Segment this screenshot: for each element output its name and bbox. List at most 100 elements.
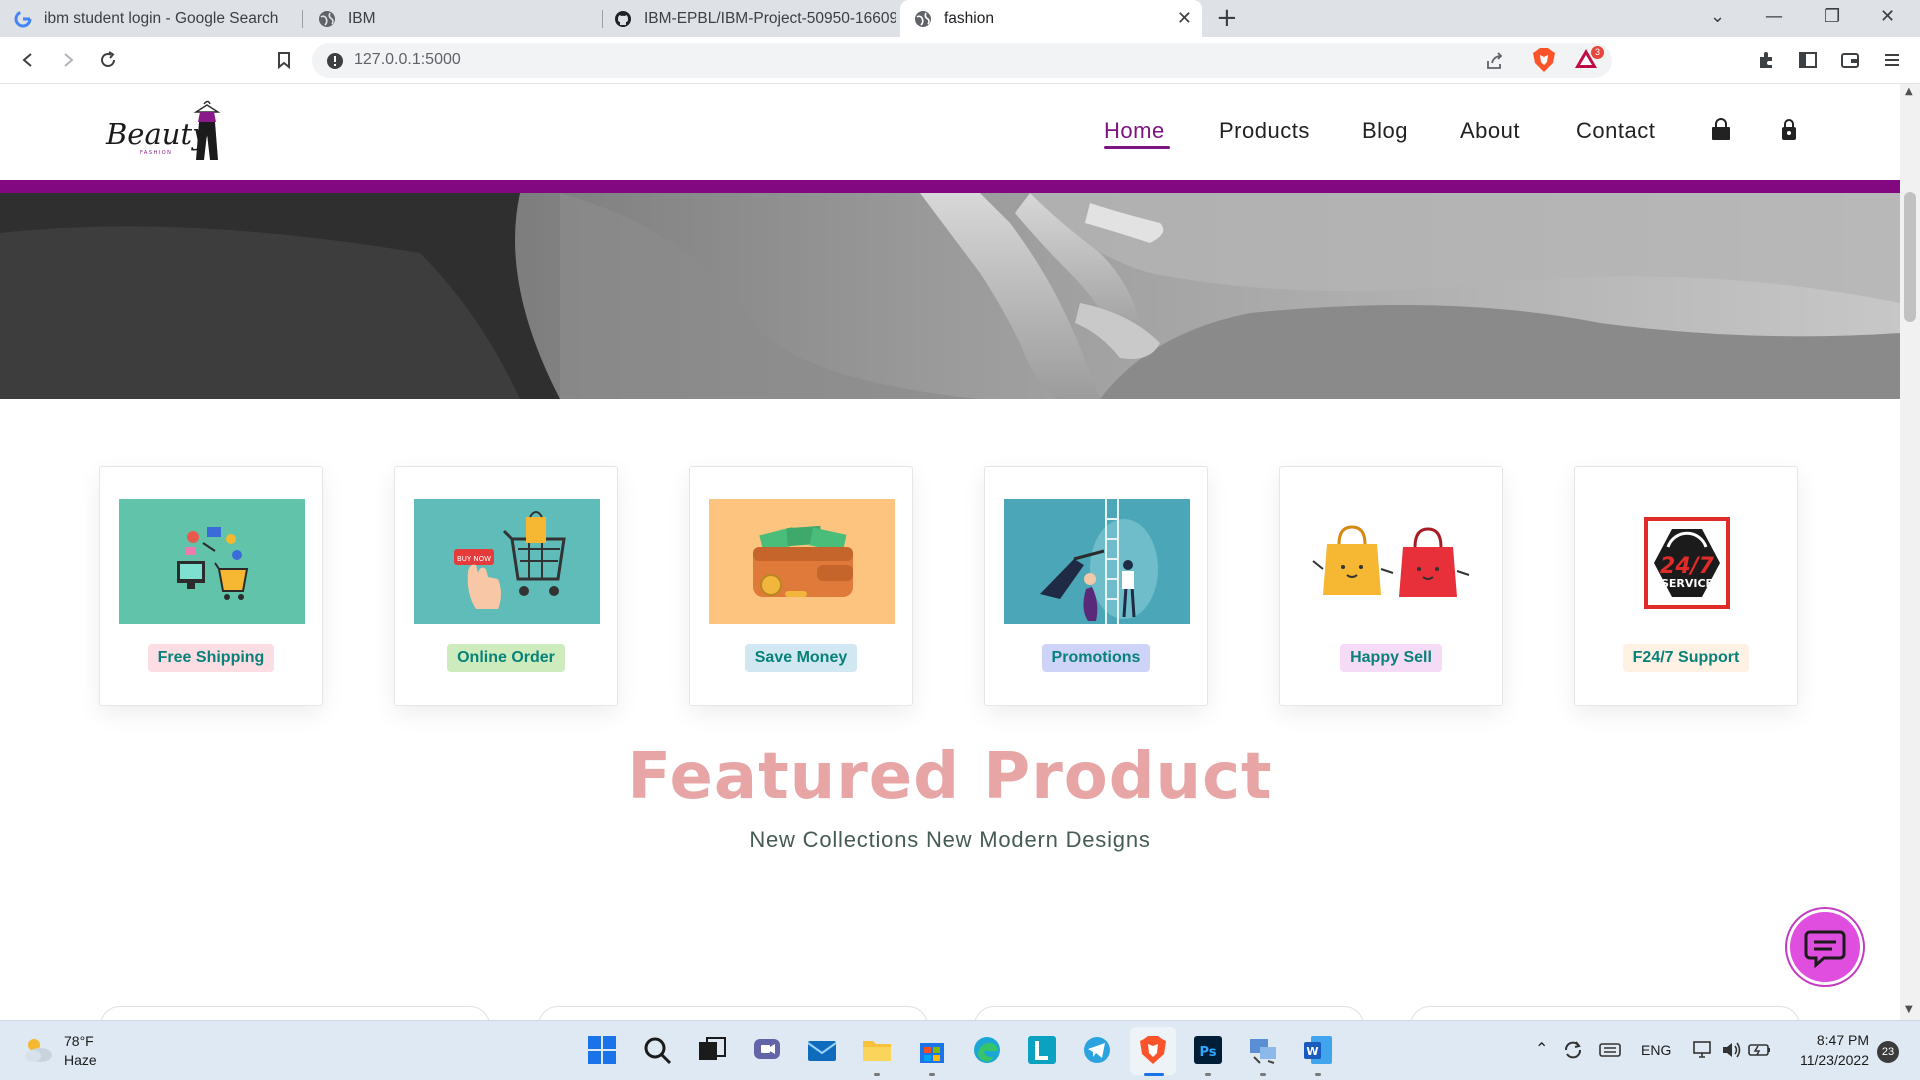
scroll-thumb[interactable] xyxy=(1904,192,1916,322)
search-icon[interactable] xyxy=(640,1033,674,1067)
url-text: 127.0.0.1:5000 xyxy=(354,51,461,68)
network-icon[interactable] xyxy=(1692,1040,1714,1064)
accent-band xyxy=(0,180,1900,193)
sync-icon[interactable] xyxy=(1562,1039,1584,1065)
weather-widget[interactable] xyxy=(20,1033,56,1067)
tab-ibm[interactable]: IBM xyxy=(304,0,598,37)
scroll-up-icon[interactable]: ▲ xyxy=(1905,86,1913,97)
weather-temp: 78°F xyxy=(64,1033,94,1049)
word-icon[interactable]: W xyxy=(1301,1033,1335,1067)
chat-icon xyxy=(1804,930,1846,969)
keyboard-icon[interactable] xyxy=(1599,1041,1621,1063)
running-indicator xyxy=(1205,1073,1211,1076)
volume-icon[interactable] xyxy=(1720,1040,1742,1064)
battery-icon[interactable] xyxy=(1748,1041,1772,1063)
page-scrollbar[interactable]: ▲ ▼ xyxy=(1900,84,1920,1020)
tab-search-chevron-icon[interactable]: ⌄ xyxy=(1710,6,1725,27)
featured-section-subtitle: New Collections New Modern Designs xyxy=(749,827,1151,852)
wallet-icon[interactable] xyxy=(1838,48,1862,72)
support-badge-bottom: SERVICE xyxy=(1661,577,1713,590)
browser-toolbar: 127.0.0.1:5000 3 xyxy=(0,37,1920,84)
photoshop-icon[interactable]: Ps xyxy=(1191,1033,1225,1067)
site-info-icon[interactable] xyxy=(326,52,344,70)
site-logo[interactable]: Beauty FASHION xyxy=(104,98,226,164)
chat-button[interactable] xyxy=(1790,912,1860,982)
feature-card-online-order[interactable]: BUY NOW Online Order xyxy=(394,466,618,706)
free-shipping-illustration xyxy=(119,499,305,624)
back-icon[interactable] xyxy=(16,48,40,72)
page-content: Beauty FASHION Home Products Blog About … xyxy=(0,84,1900,1020)
scroll-down-icon[interactable]: ▼ xyxy=(1905,1004,1913,1015)
running-indicator xyxy=(929,1073,935,1076)
clock-date[interactable]: 11/23/2022 xyxy=(1792,1052,1869,1068)
new-tab-icon[interactable]: + xyxy=(1216,3,1238,33)
tab-title: ibm student login - Google Search xyxy=(44,9,279,27)
clock-time[interactable]: 8:47 PM xyxy=(1795,1032,1869,1048)
product-card[interactable] xyxy=(1410,1006,1800,1020)
bookmark-icon[interactable] xyxy=(272,48,296,72)
happy-sell-illustration xyxy=(1299,499,1485,624)
sidebar-icon[interactable] xyxy=(1796,48,1820,72)
nav-contact[interactable]: Contact xyxy=(1576,118,1655,144)
rewards-badge: 3 xyxy=(1591,46,1604,59)
network-app-icon[interactable] xyxy=(1246,1033,1280,1067)
tab-github[interactable]: IBM-EPBL/IBM-Project-50950-166093 xyxy=(600,0,896,37)
tab-close-icon[interactable]: ✕ xyxy=(1177,8,1192,29)
weather-desc: Haze xyxy=(64,1052,97,1068)
share-icon[interactable] xyxy=(1485,51,1505,71)
featured-section-title: Featured Product xyxy=(627,740,1273,814)
windows-start-icon[interactable] xyxy=(585,1033,619,1067)
language-indicator[interactable]: ENG xyxy=(1641,1042,1671,1058)
address-bar[interactable]: 127.0.0.1:5000 xyxy=(312,43,1612,78)
notification-badge[interactable]: 23 xyxy=(1877,1041,1899,1063)
product-card[interactable] xyxy=(538,1006,928,1020)
edge-icon[interactable] xyxy=(970,1033,1004,1067)
product-card[interactable] xyxy=(100,1006,490,1020)
lock-bag-icon[interactable] xyxy=(1776,117,1802,143)
feature-label: Online Order xyxy=(447,644,565,672)
mail-icon[interactable] xyxy=(805,1033,839,1067)
file-explorer-icon[interactable] xyxy=(860,1033,894,1067)
running-indicator xyxy=(874,1073,880,1076)
brave-shield-icon[interactable] xyxy=(1531,46,1557,74)
tab-google-search[interactable]: ibm student login - Google Search xyxy=(0,0,300,37)
reload-icon[interactable] xyxy=(96,48,120,72)
feature-card-promotions[interactable]: Promotions xyxy=(984,466,1208,706)
nav-home[interactable]: Home xyxy=(1104,118,1165,144)
menu-icon[interactable] xyxy=(1880,48,1904,72)
support-247-illustration: 24/7 SERVICE xyxy=(1594,499,1780,624)
window-close-icon[interactable]: ✕ xyxy=(1880,6,1895,27)
feature-card-free-shipping[interactable]: Free Shipping xyxy=(99,466,323,706)
l-app-icon[interactable] xyxy=(1025,1033,1059,1067)
nav-blog[interactable]: Blog xyxy=(1362,118,1408,144)
logo-brand: Beauty xyxy=(105,117,209,151)
site-header: Beauty FASHION Home Products Blog About … xyxy=(0,84,1900,180)
microsoft-store-icon[interactable] xyxy=(915,1033,949,1067)
brave-rewards-icon[interactable]: 3 xyxy=(1574,46,1604,74)
logo-tagline: FASHION xyxy=(140,150,172,156)
forward-icon[interactable] xyxy=(56,48,80,72)
tab-title: IBM xyxy=(348,9,376,27)
buy-now-text: BUY NOW xyxy=(457,555,491,563)
extensions-icon[interactable] xyxy=(1754,48,1778,72)
task-view-icon[interactable] xyxy=(695,1033,729,1067)
restore-icon[interactable]: ❐ xyxy=(1824,6,1840,27)
brave-browser-icon[interactable] xyxy=(1136,1033,1170,1067)
feature-card-happy-sell[interactable]: Happy Sell xyxy=(1279,466,1503,706)
browser-tab-strip: ibm student login - Google Search IBM IB… xyxy=(0,0,1920,37)
tab-fashion[interactable]: fashion ✕ xyxy=(900,0,1202,37)
nav-products[interactable]: Products xyxy=(1219,118,1310,144)
feature-card-save-money[interactable]: Save Money xyxy=(689,466,913,706)
online-order-illustration: BUY NOW xyxy=(414,499,600,624)
feature-label: Promotions xyxy=(1041,644,1151,672)
teams-chat-icon[interactable] xyxy=(750,1033,784,1067)
shopping-bag-icon[interactable] xyxy=(1708,117,1734,143)
telegram-icon[interactable] xyxy=(1080,1033,1114,1067)
hero-banner-image xyxy=(0,193,1900,399)
product-card[interactable] xyxy=(974,1006,1364,1020)
tray-overflow-chevron-icon[interactable]: ⌃ xyxy=(1535,1039,1548,1059)
minimize-icon[interactable]: — xyxy=(1765,6,1783,27)
nav-about[interactable]: About xyxy=(1460,118,1520,144)
feature-card-support[interactable]: 24/7 SERVICE F24/7 Support xyxy=(1574,466,1798,706)
promotions-illustration xyxy=(1004,499,1190,624)
